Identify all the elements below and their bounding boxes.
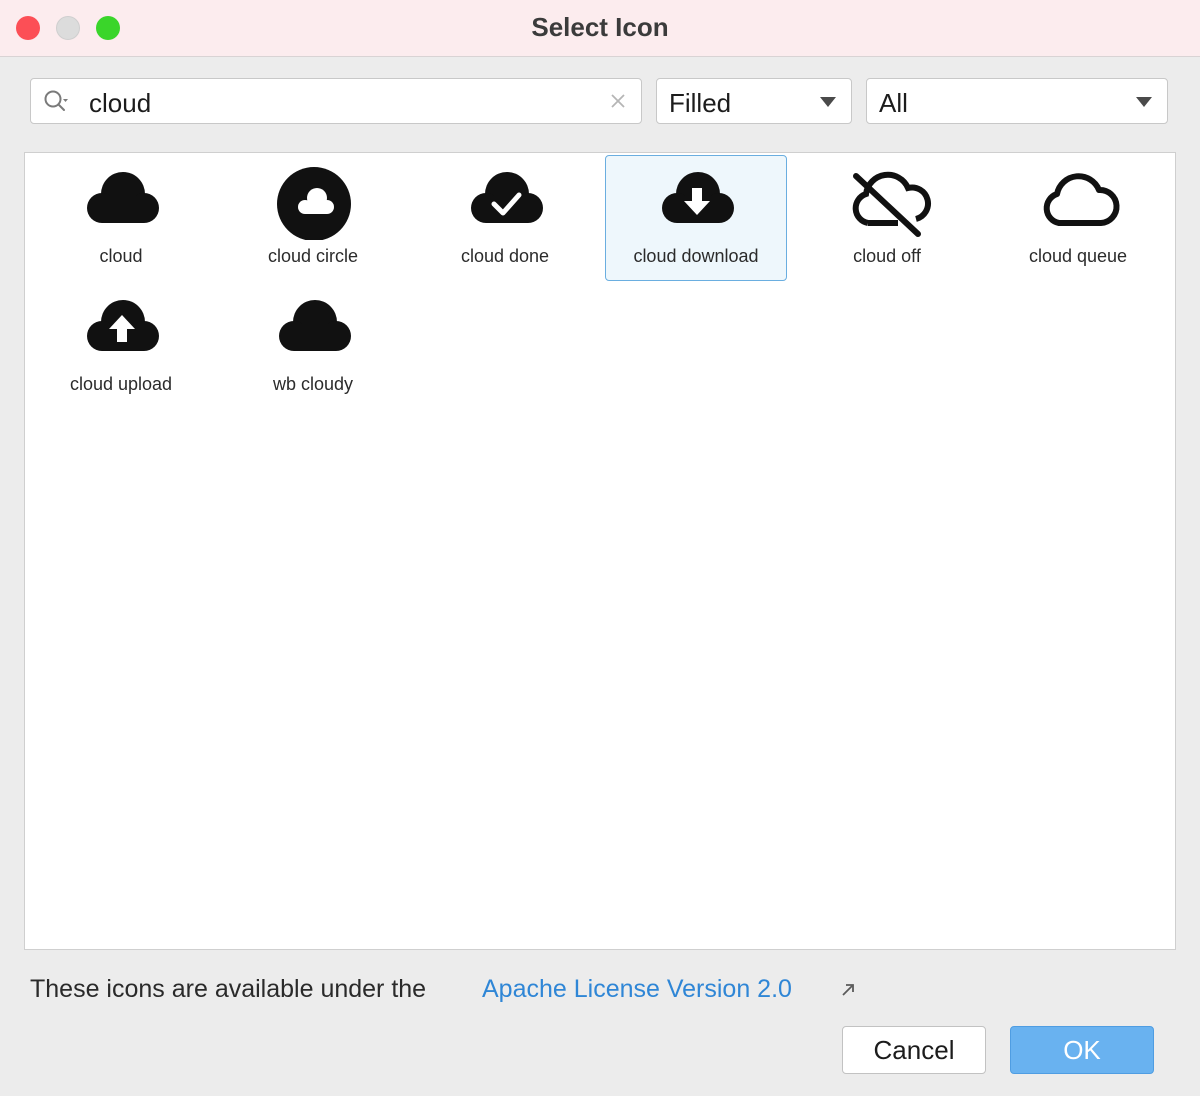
cancel-button[interactable]: Cancel — [842, 1026, 986, 1074]
icon-cell-cloud-download[interactable]: cloud download — [605, 155, 787, 281]
icon-cell-cloud-circle[interactable]: cloud circle — [222, 155, 404, 281]
icon-label: cloud queue — [1028, 246, 1128, 266]
wb-cloudy-icon — [279, 300, 351, 351]
icon-label: cloud upload — [69, 374, 173, 394]
cloud-circle-icon — [277, 167, 351, 240]
category-dropdown[interactable]: All — [866, 78, 1168, 124]
icon-cell-cloud-upload[interactable]: cloud upload — [30, 283, 212, 409]
window-title: Select Icon — [531, 12, 669, 42]
external-link-icon — [842, 984, 854, 996]
cloud-icon — [87, 172, 159, 223]
icon-cell-wb-cloudy[interactable]: wb cloudy — [222, 283, 404, 409]
cloud-upload-icon — [87, 300, 159, 351]
cloud-done-icon — [471, 172, 543, 223]
style-dropdown[interactable]: Filled — [656, 78, 852, 124]
icon-grid: cloud cloud circle cloud done cloud down… — [24, 152, 1176, 950]
search-input[interactable]: cloud — [89, 88, 151, 119]
icon-label: wb cloudy — [272, 374, 354, 394]
icon-cell-cloud-done[interactable]: cloud done — [414, 155, 596, 281]
select-icon-dialog: Select Icon cloud Filled All cloud cloud… — [0, 0, 1200, 1096]
icon-label: cloud done — [460, 246, 550, 266]
cloud-queue-icon — [1043, 173, 1120, 226]
title-bar: Select Icon — [0, 0, 1200, 57]
category-dropdown-value: All — [879, 88, 908, 118]
icon-label: cloud off — [853, 246, 921, 266]
chevron-down-icon — [1136, 97, 1152, 107]
clear-icon[interactable] — [609, 92, 627, 110]
icon-label: cloud — [99, 246, 143, 266]
search-icon[interactable] — [43, 89, 69, 115]
icon-cell-cloud-queue[interactable]: cloud queue — [987, 155, 1169, 281]
icon-cell-cloud[interactable]: cloud — [30, 155, 212, 281]
chevron-down-icon — [820, 97, 836, 107]
icon-label: cloud circle — [267, 246, 359, 266]
ok-button[interactable]: OK — [1010, 1026, 1154, 1074]
icon-label: cloud download — [633, 246, 759, 266]
style-dropdown-value: Filled — [669, 88, 732, 118]
cloud-download-icon — [662, 172, 734, 223]
search-field[interactable]: cloud — [30, 78, 642, 124]
license-link[interactable]: Apache License Version 2.0 — [482, 975, 792, 1004]
license-text: These icons are available under the — [30, 975, 427, 1003]
cloud-off-icon — [852, 171, 931, 237]
icon-cell-cloud-off[interactable]: cloud off — [796, 155, 978, 281]
